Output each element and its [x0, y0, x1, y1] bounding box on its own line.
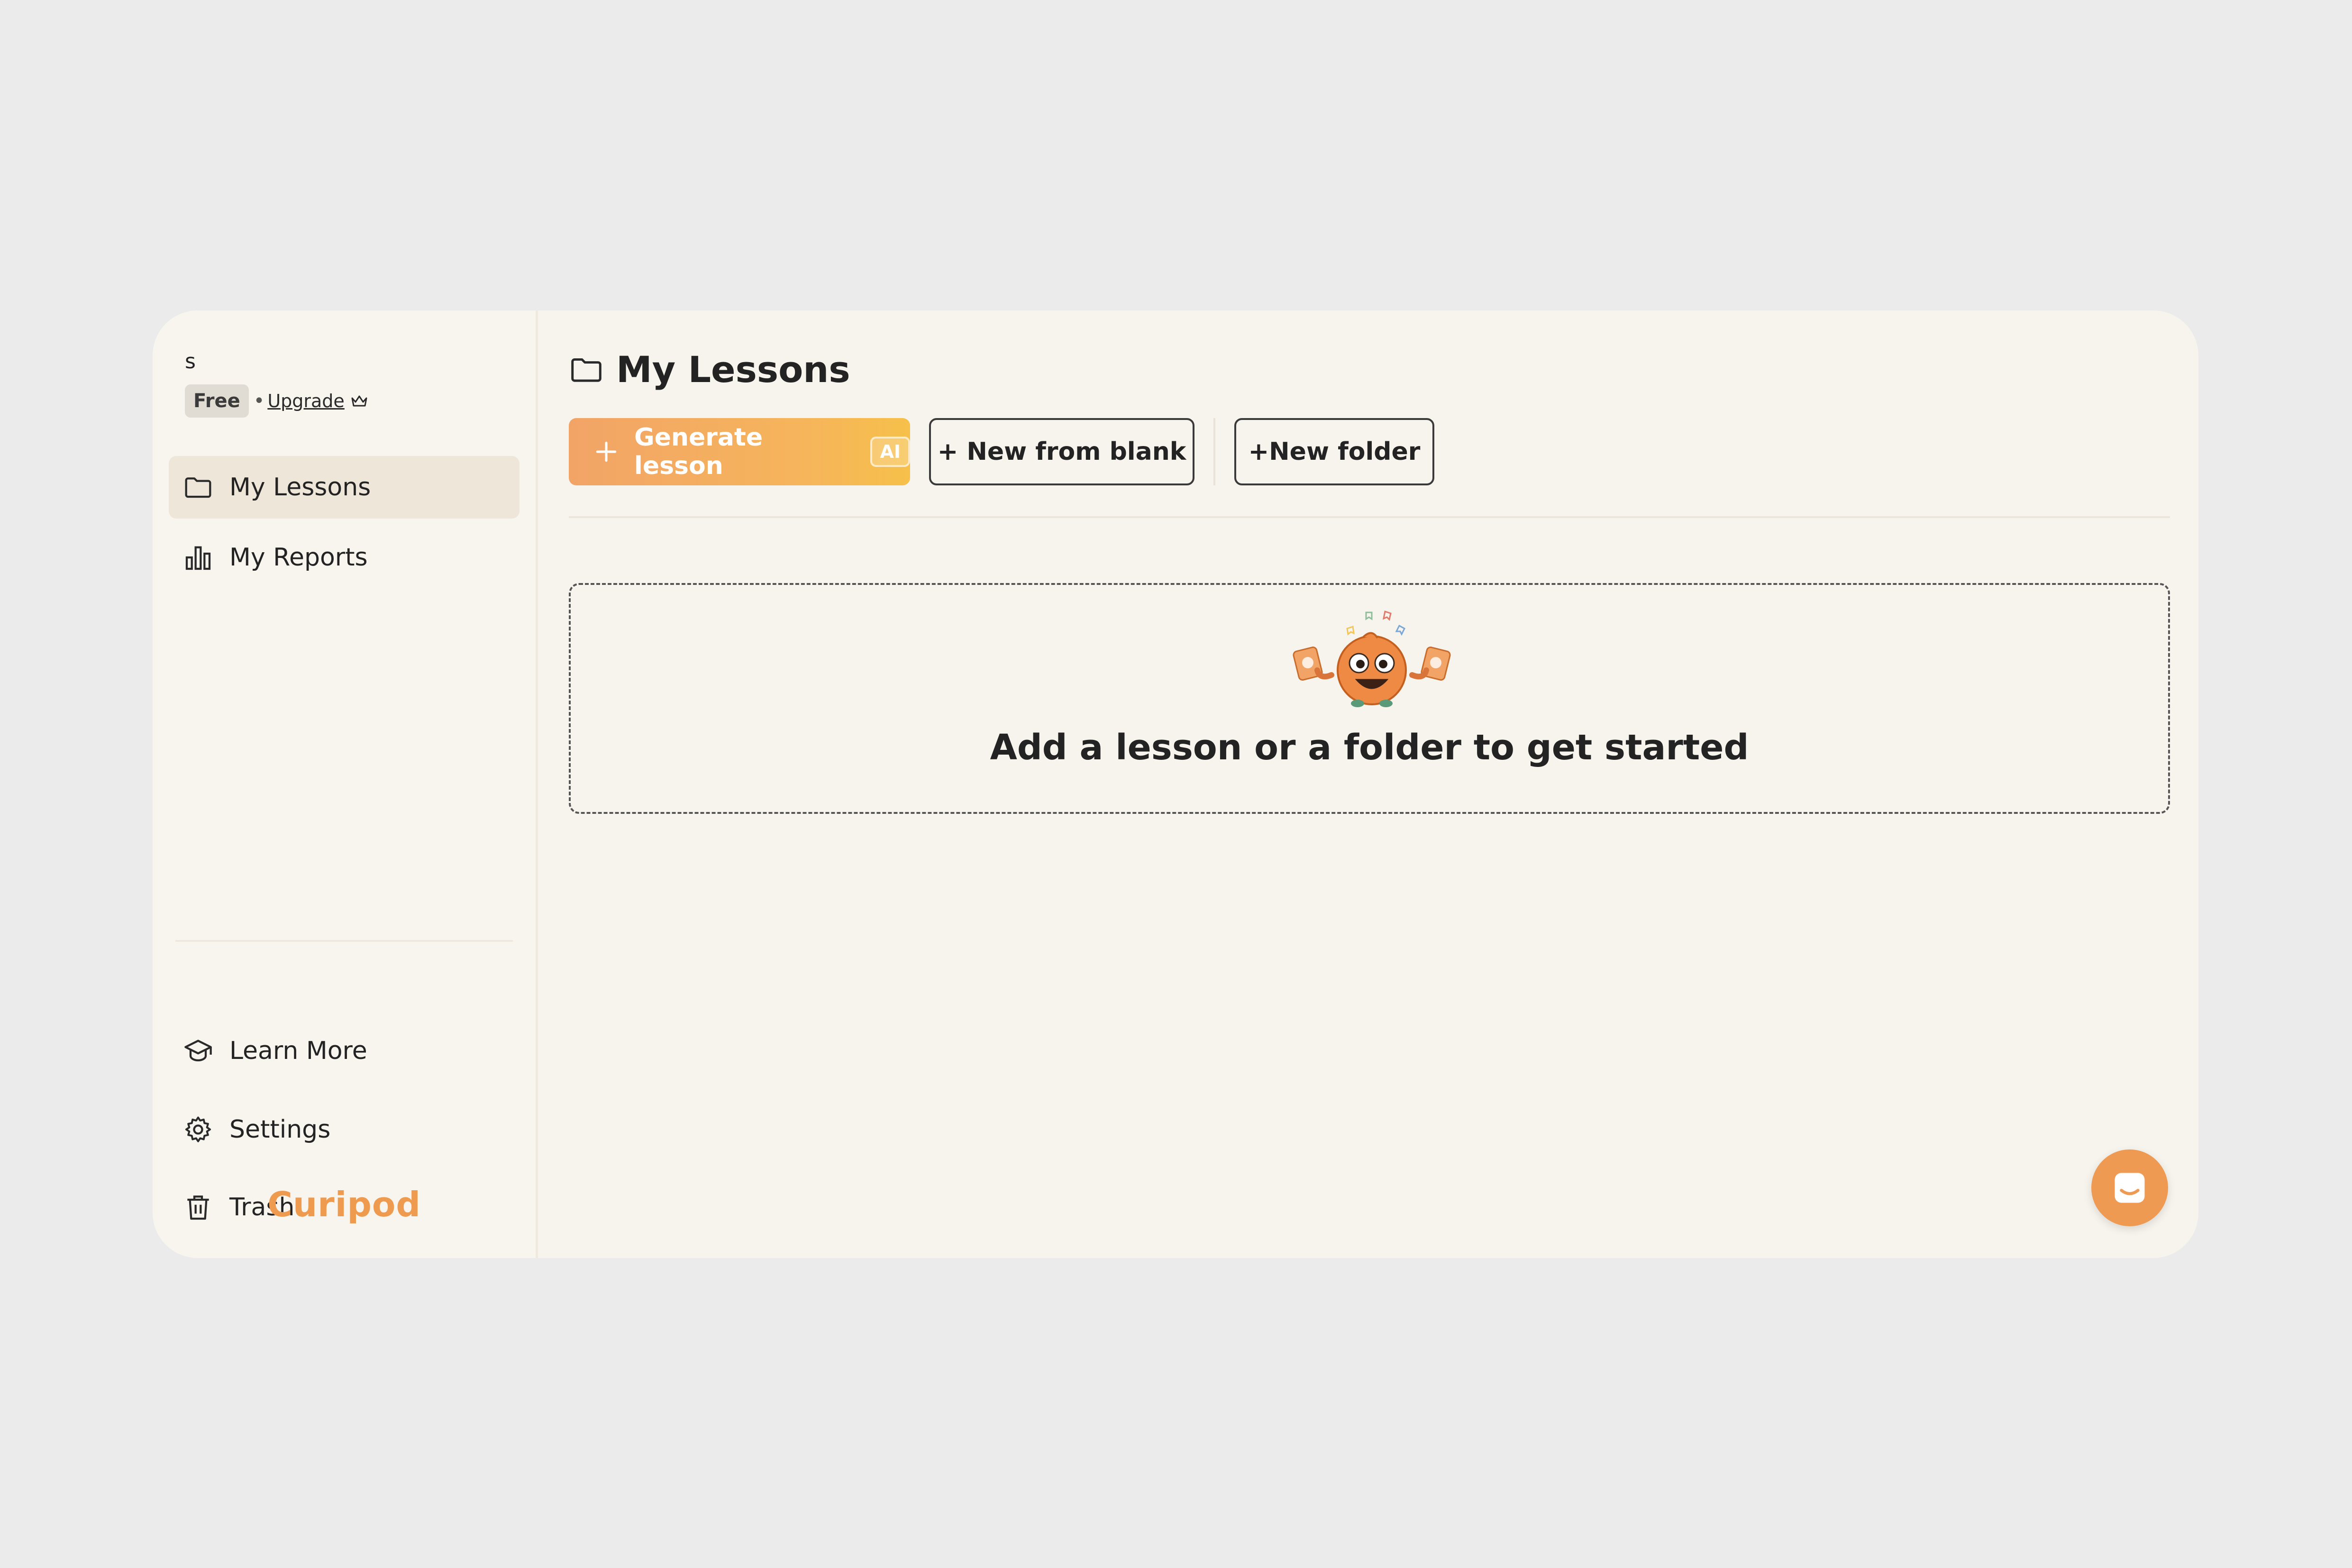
sidebar-item-my-lessons[interactable]: My Lessons [169, 456, 520, 519]
folder-icon [569, 352, 604, 387]
plan-badge: Free [185, 384, 249, 418]
sidebar-item-settings[interactable]: Settings [169, 1098, 520, 1161]
plan-separator: • [253, 390, 265, 412]
empty-state-dropzone: Add a lesson or a folder to get started [569, 583, 2170, 814]
toolbar-divider [1213, 418, 1215, 485]
toolbar: Generate lesson AI + New from blank +New… [569, 418, 1434, 485]
app-window: s Free • Upgrade My Lessons My Reports L… [153, 310, 2198, 1258]
plan-row: Free • Upgrade [185, 384, 367, 418]
sidebar-divider [175, 940, 513, 942]
graduation-cap-icon [183, 1036, 213, 1066]
chat-support-button[interactable] [2091, 1149, 2168, 1226]
mascot-illustration [1293, 611, 1451, 707]
user-name: s [185, 349, 196, 374]
sidebar-item-label: Learn More [229, 1037, 367, 1065]
main-content: My Lessons Generate lesson AI + New from… [536, 310, 2198, 1258]
crown-icon [351, 394, 367, 408]
empty-state-message: Add a lesson or a folder to get started [990, 727, 1749, 768]
sidebar-item-label: Settings [229, 1115, 331, 1144]
folder-icon [183, 472, 213, 502]
curipod-logo: Curipod [267, 1185, 421, 1224]
gear-icon [183, 1114, 213, 1145]
sidebar-item-label: My Reports [229, 543, 368, 572]
sidebar-item-my-reports[interactable]: My Reports [169, 526, 520, 589]
ai-badge: AI [870, 437, 910, 467]
new-folder-button[interactable]: +New folder [1234, 418, 1434, 485]
generate-lesson-label: Generate lesson [634, 423, 763, 480]
page-header: My Lessons [569, 348, 850, 391]
sidebar-item-label: My Lessons [229, 473, 371, 501]
page-title: My Lessons [616, 348, 850, 391]
bar-chart-icon [183, 542, 213, 573]
generate-lesson-button[interactable]: Generate lesson AI [569, 418, 910, 485]
chat-icon [2115, 1173, 2145, 1203]
upgrade-link[interactable]: Upgrade [267, 391, 344, 411]
sidebar-item-learn-more[interactable]: Learn More [169, 1020, 520, 1082]
content-divider [569, 516, 2170, 518]
sidebar: s Free • Upgrade My Lessons My Reports L… [153, 310, 538, 1258]
plus-icon [594, 440, 618, 464]
new-from-blank-button[interactable]: + New from blank [929, 418, 1194, 485]
